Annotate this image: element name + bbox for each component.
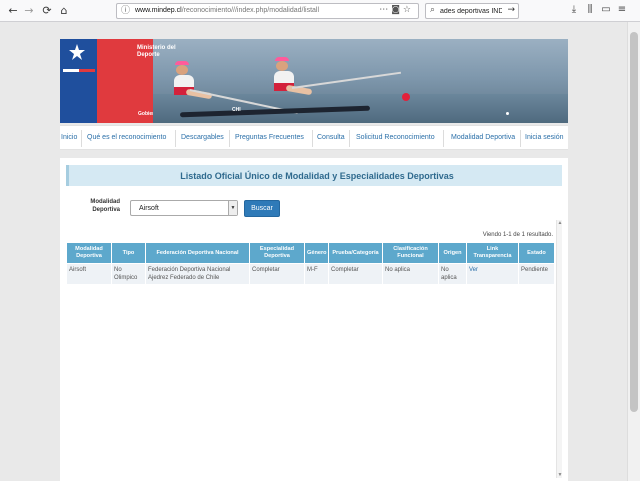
nav-que-es[interactable]: Qué es el reconocimiento	[87, 134, 166, 141]
page-scrollbar[interactable]	[627, 22, 640, 481]
red-buoy	[402, 93, 410, 101]
url-path: /reconocimiento///index.php/modalidad/li…	[181, 7, 320, 14]
cell-estado: Pendiente	[518, 263, 555, 285]
table-header-row: Modalidad Deportiva Tipo Federación Depo…	[66, 242, 555, 264]
address-text[interactable]: www.mindep.cl/reconocimiento///index.php…	[135, 7, 319, 14]
address-bar[interactable]: ⓘ www.mindep.cl/reconocimiento///index.p…	[116, 3, 419, 19]
results-table: Modalidad Deportiva Tipo Federación Depo…	[66, 242, 555, 285]
ministry-name: Ministerio del Deporte	[137, 45, 176, 58]
page-actions-icons[interactable]: ⋯◙☆	[379, 5, 414, 15]
modalidad-select[interactable]: Airsoft ▼	[130, 200, 238, 216]
search-text[interactable]: ades deportivas IND	[440, 8, 502, 15]
title-band: Listado Oficial Único de Modalidad y Esp…	[66, 165, 562, 186]
bookmark-star-icon[interactable]: ☆	[403, 5, 414, 15]
col-clasificacion[interactable]: Clasificación Funcional	[382, 242, 439, 264]
pocket-icon[interactable]: ◙	[391, 5, 403, 15]
downloads-icon[interactable]: ⤓	[566, 4, 582, 15]
nav-divider	[349, 130, 350, 147]
filter-label: Modalidad Deportiva	[90, 199, 120, 213]
scroll-down-icon[interactable]: ▼	[557, 472, 563, 478]
nav-divider	[312, 130, 313, 147]
menu-icon[interactable]: ≡	[614, 4, 630, 15]
col-origen[interactable]: Origen	[438, 242, 467, 264]
nav-consulta[interactable]: Consulta	[317, 134, 345, 141]
chevron-down-icon[interactable]: ▼	[228, 201, 237, 215]
col-especialidad[interactable]: Especialidad Deportiva	[249, 242, 305, 264]
library-icon[interactable]: ⫼	[582, 4, 598, 15]
search-icon: ⌕	[430, 5, 436, 15]
nav-divider	[229, 130, 230, 147]
home-icon[interactable]: ⌂	[57, 4, 71, 18]
col-tipo[interactable]: Tipo	[111, 242, 146, 264]
results-summary: Viendo 1-1 de 1 resultado.	[482, 232, 553, 238]
sidebar-icon[interactable]: ▭	[598, 4, 614, 15]
more-icon[interactable]: ⋯	[379, 5, 391, 15]
nav-solicitud[interactable]: Solicitud Reconocimiento	[356, 134, 435, 141]
col-genero[interactable]: Género	[304, 242, 329, 264]
browser-search-box[interactable]: ⌕ ades deportivas IND →	[425, 3, 519, 19]
nav-divider	[443, 130, 444, 147]
cell-modalidad: Airsoft	[66, 263, 112, 285]
select-value: Airsoft	[139, 205, 159, 212]
logo-blue-panel	[60, 39, 97, 123]
cell-prueba: Completar	[328, 263, 383, 285]
col-estado[interactable]: Estado	[518, 242, 555, 264]
nav-descargables[interactable]: Descargables	[181, 134, 224, 141]
nav-inicio[interactable]: Inicio	[61, 134, 77, 141]
white-buoy	[506, 112, 509, 115]
boat-label: CHI	[232, 107, 241, 113]
search-button[interactable]: Buscar	[244, 200, 280, 217]
forward-icon[interactable]: →	[22, 4, 36, 18]
back-icon[interactable]: ←	[6, 4, 20, 18]
rower-one	[172, 61, 213, 101]
col-link[interactable]: Link Transparencia	[466, 242, 519, 264]
nav-preguntas[interactable]: Preguntas Frecuentes	[235, 134, 304, 141]
browser-toolbar: ← → ⟳ ⌂ ⓘ www.mindep.cl/reconocimiento//…	[0, 0, 640, 22]
header-banner: Ministerio del Deporte Gobierno de Chile…	[60, 39, 568, 123]
nav-divider	[81, 130, 82, 147]
cell-tipo: No Olimpico	[111, 263, 146, 285]
oar-two	[291, 71, 402, 89]
content-scrollbar[interactable]: ▲ ▼	[556, 220, 562, 478]
cell-federacion: Federación Deportiva Nacional Ajedrez Fe…	[145, 263, 250, 285]
table-row: Airsoft No Olimpico Federación Deportiva…	[66, 263, 555, 285]
page-viewport: Ministerio del Deporte Gobierno de Chile…	[0, 22, 627, 481]
toolbar-icons: ⤓ ⫼ ▭ ≡	[566, 4, 630, 15]
cell-link-ver[interactable]: Ver	[466, 263, 519, 285]
nav-modalidad[interactable]: Modalidad Deportiva	[451, 134, 515, 141]
chile-star-icon	[69, 44, 85, 60]
scroll-up-icon[interactable]: ▲	[557, 220, 563, 226]
scroll-thumb[interactable]	[630, 32, 638, 412]
col-federacion[interactable]: Federación Deportiva Nacional	[145, 242, 250, 264]
logo-red-panel: Ministerio del Deporte Gobierno de Chile	[97, 39, 181, 123]
main-nav: Inicio Qué es el reconocimiento Descarga…	[60, 125, 568, 150]
nav-login[interactable]: Inicia sesión	[525, 134, 564, 141]
url-host: www.mindep.cl	[135, 7, 182, 14]
nav-divider	[175, 130, 176, 147]
reload-icon[interactable]: ⟳	[40, 4, 54, 18]
cell-clasificacion: No aplica	[382, 263, 439, 285]
nav-divider	[520, 130, 521, 147]
rower-two	[272, 57, 313, 101]
site-info-icon[interactable]: ⓘ	[121, 6, 130, 16]
main-content: Listado Oficial Único de Modalidad y Esp…	[60, 158, 568, 481]
cell-origen: No aplica	[438, 263, 467, 285]
search-go-icon[interactable]: →	[507, 5, 515, 15]
col-prueba[interactable]: Prueba/Categoría	[328, 242, 383, 264]
cell-especialidad: Completar	[249, 263, 305, 285]
cell-genero: M-F	[304, 263, 329, 285]
page-title: Listado Oficial Único de Modalidad y Esp…	[180, 171, 454, 181]
col-modalidad[interactable]: Modalidad Deportiva	[66, 242, 112, 264]
flag-stripe	[63, 67, 95, 72]
